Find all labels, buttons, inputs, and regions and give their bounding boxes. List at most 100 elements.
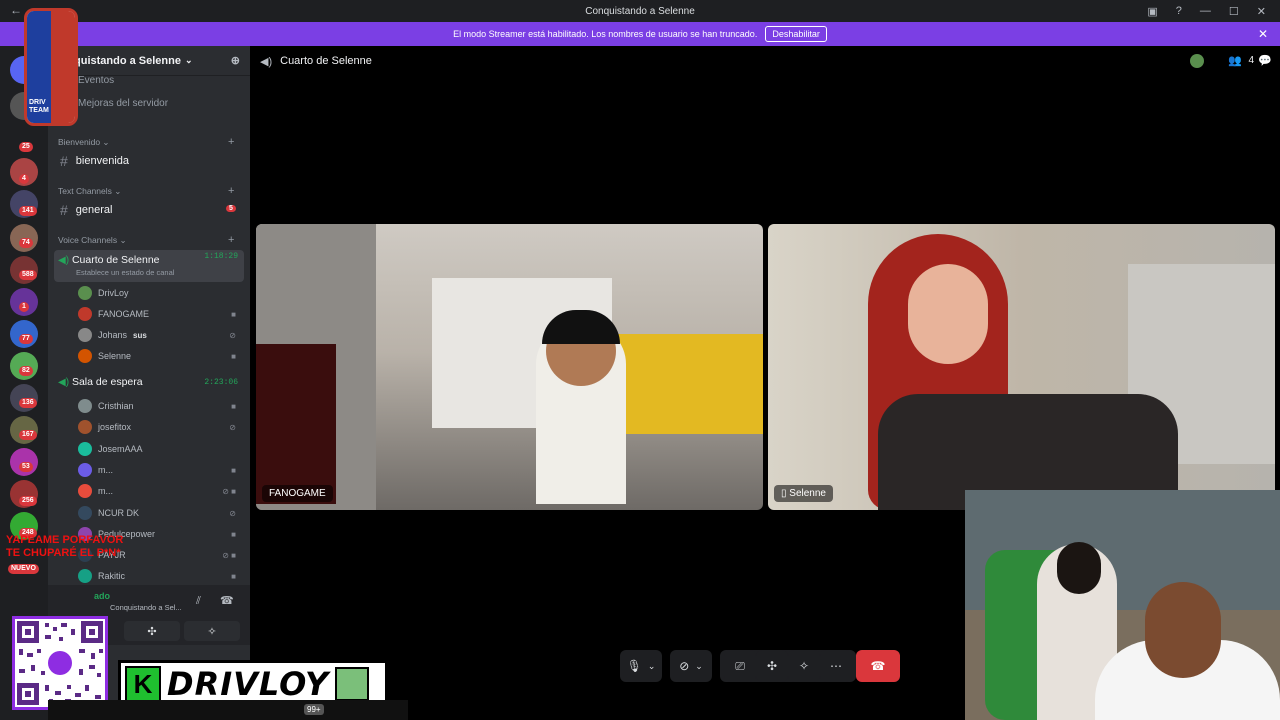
minimize-button[interactable]: —: [1200, 5, 1211, 17]
member-name: Rakitic: [98, 571, 126, 581]
voice-member[interactable]: NCUR DK ⊘: [78, 504, 240, 522]
server-badge: 53: [19, 462, 33, 472]
hair-left: [1057, 542, 1101, 594]
add-channel-icon[interactable]: +: [228, 136, 234, 148]
tile-name-label: ▯ Selenne: [774, 485, 833, 502]
avatar: [78, 420, 92, 434]
disconnect-icon[interactable]: ☎: [220, 594, 234, 607]
member-name: JosemAAA: [98, 444, 143, 454]
yape-qr-code: [12, 616, 108, 710]
add-channel-icon[interactable]: +: [228, 234, 234, 246]
member-name: Johans: [98, 330, 128, 340]
channel-name: bienvenida: [75, 155, 130, 167]
member-name: DrivLoy: [98, 288, 129, 298]
muted-mic-icon: ⊘ ■: [222, 486, 236, 496]
back-arrow-icon[interactable]: ←: [10, 3, 22, 17]
qr-pattern: [17, 621, 103, 705]
member-name: m...: [98, 465, 113, 475]
chat-icon[interactable]: 💬: [1258, 54, 1272, 67]
add-channel-icon[interactable]: +: [228, 185, 234, 197]
voice-channel-cuarto[interactable]: ◀) Cuarto de Selenne 1:18:29 Establece u…: [54, 250, 244, 282]
voice-channel-sala[interactable]: ◀) Sala de espera 2:23:06: [54, 376, 244, 394]
disconnect-button[interactable]: ☎: [856, 650, 900, 682]
invite-icon[interactable]: ⊕: [231, 54, 240, 67]
more-button[interactable]: ⋯: [820, 650, 852, 682]
close-banner-icon[interactable]: ✕: [1258, 27, 1268, 41]
activities-button[interactable]: ✣: [124, 621, 180, 641]
hash-icon: #: [60, 202, 68, 218]
disable-button[interactable]: Deshabilitar: [765, 26, 827, 42]
camera-icon: ■: [231, 401, 236, 411]
soundboard-button[interactable]: ✧: [788, 650, 820, 682]
pc-case: [256, 344, 336, 504]
help-icon[interactable]: ?: [1176, 5, 1182, 17]
voice-member[interactable]: DrivLoy: [78, 284, 240, 302]
category-label: Bienvenido: [58, 137, 101, 147]
camera-off-icon: ⊘: [679, 659, 690, 673]
close-window-button[interactable]: ✕: [1257, 5, 1266, 18]
streamer-webcam: [965, 490, 1280, 720]
inbox-icon[interactable]: ▣: [1147, 5, 1157, 18]
hangup-icon: ☎: [870, 659, 886, 673]
avatar: [78, 399, 92, 413]
maximize-button[interactable]: ☐: [1229, 5, 1239, 18]
voice-member[interactable]: Selenne ■: [78, 347, 240, 365]
chevron-down-icon[interactable]: ⌄: [648, 661, 656, 672]
donation-message: YAPEAME PORFAVOR TE CHUPARÉ EL P*N*: [6, 534, 123, 560]
voice-member[interactable]: FANOGAME ■: [78, 305, 240, 323]
activities-button[interactable]: ✣: [756, 650, 788, 682]
text-channel-bienvenida[interactable]: # bienvenida: [60, 153, 129, 169]
call-controls: 🎙 ⌄ ⊘ ⌄: [620, 650, 712, 682]
person-right-face: [1145, 582, 1221, 678]
category-welcome[interactable]: Bienvenido ⌄ +: [58, 136, 234, 148]
avatar: [78, 463, 92, 477]
avatar: [335, 667, 370, 701]
channel-status[interactable]: Establece un estado de canal: [58, 268, 244, 277]
screen-share-button[interactable]: ⎚: [724, 650, 756, 682]
category-text-channels[interactable]: Text Channels ⌄ +: [58, 185, 234, 197]
video-tile-selenne[interactable]: ▯ Selenne: [768, 224, 1275, 510]
voice-member[interactable]: Cristhian ■: [78, 397, 240, 415]
voice-member[interactable]: Rakitic ■: [78, 567, 240, 585]
category-label: Voice Channels: [58, 235, 118, 245]
voice-member[interactable]: JosemAAA: [78, 440, 240, 458]
tile-name-label: FANOGAME: [262, 485, 333, 502]
new-badge: NUEVO: [8, 564, 39, 574]
voice-member[interactable]: Johans sus ⊘: [78, 326, 240, 344]
member-name: NCUR DK: [98, 508, 140, 518]
events-link[interactable]: Eventos: [78, 75, 266, 86]
members-icon[interactable]: 👥: [1228, 54, 1242, 67]
voice-member[interactable]: josefitox ⊘: [78, 418, 240, 436]
voice-member[interactable]: m... ■: [78, 461, 240, 479]
tile-name: Selenne: [789, 488, 826, 499]
noise-suppression-icon[interactable]: ⫽: [196, 595, 201, 608]
notification-count: 99+: [304, 704, 324, 715]
channel-timer: 1:18:29: [204, 252, 238, 261]
text-channel-general[interactable]: # general 5: [60, 202, 240, 218]
category-voice-channels[interactable]: Voice Channels ⌄ +: [58, 234, 234, 246]
server-boosts-link[interactable]: Mejoras del servidor: [78, 98, 266, 109]
mic-button[interactable]: 🎙 ⌄: [620, 650, 662, 682]
chevron-down-icon: ⌄: [184, 55, 193, 65]
brand-name: DRIVLOY: [167, 665, 330, 703]
server-badge: 82: [19, 366, 33, 376]
activities-icon: ✣: [147, 625, 157, 638]
avatar: [78, 307, 92, 321]
video-tile-fanogame[interactable]: FANOGAME: [256, 224, 763, 510]
server-badge: 25: [19, 142, 33, 152]
channel-name: Sala de espera: [71, 376, 143, 388]
category-label: Text Channels: [58, 186, 112, 196]
guild-header[interactable]: quistando a Selenne ⌄ ⊕: [48, 46, 250, 76]
chevron-down-icon[interactable]: ⌄: [695, 661, 703, 672]
soundboard-icon: ✧: [798, 659, 810, 673]
voice-channel-label[interactable]: Conquistando a Sel...: [110, 603, 182, 612]
server-badge: 74: [19, 238, 33, 248]
camera-icon: ■: [231, 351, 236, 361]
camera-button[interactable]: ⊘ ⌄: [670, 650, 712, 682]
avatar[interactable]: [1190, 54, 1204, 68]
muted-mic-icon: ⊘: [229, 330, 236, 340]
voice-member[interactable]: m... ⊘ ■: [78, 482, 240, 500]
member-name: Cristhian: [98, 401, 134, 411]
soundboard-button[interactable]: ✧: [184, 621, 240, 641]
avatar: [78, 328, 92, 342]
